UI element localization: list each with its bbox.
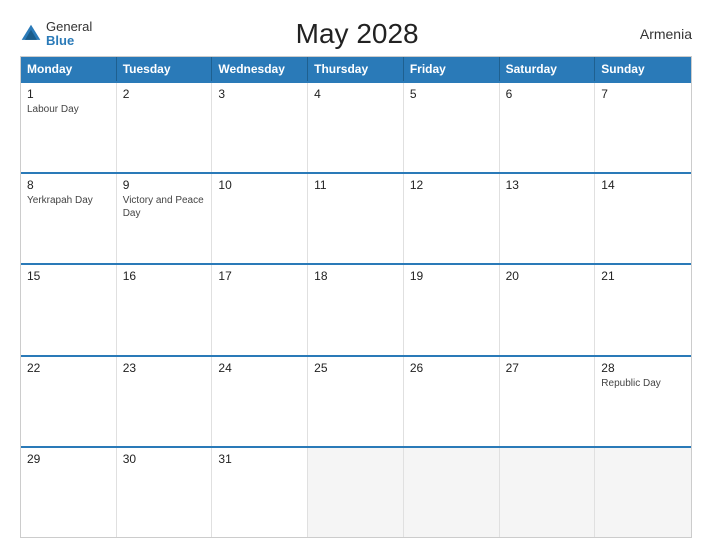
logo: General Blue [20,20,92,49]
day-event: Republic Day [601,377,685,390]
header: General Blue May 2028 Armenia [20,18,692,50]
week-row-3: 15 16 17 18 19 20 21 [21,263,691,354]
day-cell: 29 [21,448,117,537]
col-header-saturday: Saturday [500,57,596,81]
day-cell: 27 [500,357,596,446]
day-number: 10 [218,178,301,192]
col-header-tuesday: Tuesday [117,57,213,81]
week-row-4: 22 23 24 25 26 27 28 Republic Day [21,355,691,446]
day-number: 27 [506,361,589,375]
day-number: 22 [27,361,110,375]
day-cell: 20 [500,265,596,354]
day-number: 23 [123,361,206,375]
logo-icon [20,23,42,45]
day-cell: 7 [595,83,691,172]
day-number: 5 [410,87,493,101]
col-header-monday: Monday [21,57,117,81]
day-number: 12 [410,178,493,192]
day-cell: 12 [404,174,500,263]
day-number: 30 [123,452,206,466]
day-number: 1 [27,87,110,101]
day-cell: 10 [212,174,308,263]
month-title: May 2028 [92,18,622,50]
day-cell: 30 [117,448,213,537]
weeks-container: 1Labour Day2345678Yerkrapah Day9Victory … [21,81,691,537]
day-cell: 18 [308,265,404,354]
day-event: Yerkrapah Day [27,194,110,207]
day-number: 2 [123,87,206,101]
day-cell: 11 [308,174,404,263]
day-number: 16 [123,269,206,283]
day-number: 9 [123,178,206,192]
day-cell: 5 [404,83,500,172]
day-cell: 15 [21,265,117,354]
day-number: 19 [410,269,493,283]
day-number: 17 [218,269,301,283]
day-number: 28 [601,361,685,375]
day-number: 13 [506,178,589,192]
day-cell: 26 [404,357,500,446]
day-cell: 14 [595,174,691,263]
day-cell: 2 [117,83,213,172]
day-number: 26 [410,361,493,375]
day-cell: 1 Labour Day [21,83,117,172]
logo-general: General [46,20,92,34]
day-number: 24 [218,361,301,375]
day-cell [500,448,596,537]
day-number: 18 [314,269,397,283]
column-headers: MondayTuesdayWednesdayThursdayFridaySatu… [21,57,691,81]
day-cell: 16 [117,265,213,354]
day-cell [308,448,404,537]
day-number: 25 [314,361,397,375]
logo-blue: Blue [46,34,92,48]
logo-text: General Blue [46,20,92,49]
week-row-1: 1 Labour Day 234567 [21,81,691,172]
week-row-5: 29 30 31 [21,446,691,537]
day-number: 7 [601,87,685,101]
day-cell: 17 [212,265,308,354]
day-cell: 28 Republic Day [595,357,691,446]
day-cell: 6 [500,83,596,172]
day-number: 4 [314,87,397,101]
col-header-thursday: Thursday [308,57,404,81]
day-cell: 4 [308,83,404,172]
day-cell: 31 [212,448,308,537]
calendar-page: General Blue May 2028 Armenia MondayTues… [0,0,712,550]
week-row-2: 8 Yerkrapah Day 9 Victory and Peace Day 10 11… [21,172,691,263]
day-number: 6 [506,87,589,101]
day-cell: 23 [117,357,213,446]
day-number: 11 [314,178,397,192]
day-cell: 21 [595,265,691,354]
col-header-wednesday: Wednesday [212,57,308,81]
calendar-grid: MondayTuesdayWednesdayThursdayFridaySatu… [20,56,692,538]
col-header-sunday: Sunday [595,57,691,81]
day-cell: 9 Victory and Peace Day [117,174,213,263]
day-number: 3 [218,87,301,101]
day-cell [595,448,691,537]
day-cell: 3 [212,83,308,172]
day-cell: 13 [500,174,596,263]
day-cell [404,448,500,537]
day-number: 15 [27,269,110,283]
day-event: Victory and Peace Day [123,194,206,220]
day-number: 29 [27,452,110,466]
day-cell: 8 Yerkrapah Day [21,174,117,263]
day-cell: 25 [308,357,404,446]
day-event: Labour Day [27,103,110,116]
day-number: 31 [218,452,301,466]
day-cell: 19 [404,265,500,354]
day-number: 8 [27,178,110,192]
country-label: Armenia [622,26,692,42]
day-cell: 22 [21,357,117,446]
day-cell: 24 [212,357,308,446]
day-number: 14 [601,178,685,192]
day-number: 21 [601,269,685,283]
day-number: 20 [506,269,589,283]
col-header-friday: Friday [404,57,500,81]
